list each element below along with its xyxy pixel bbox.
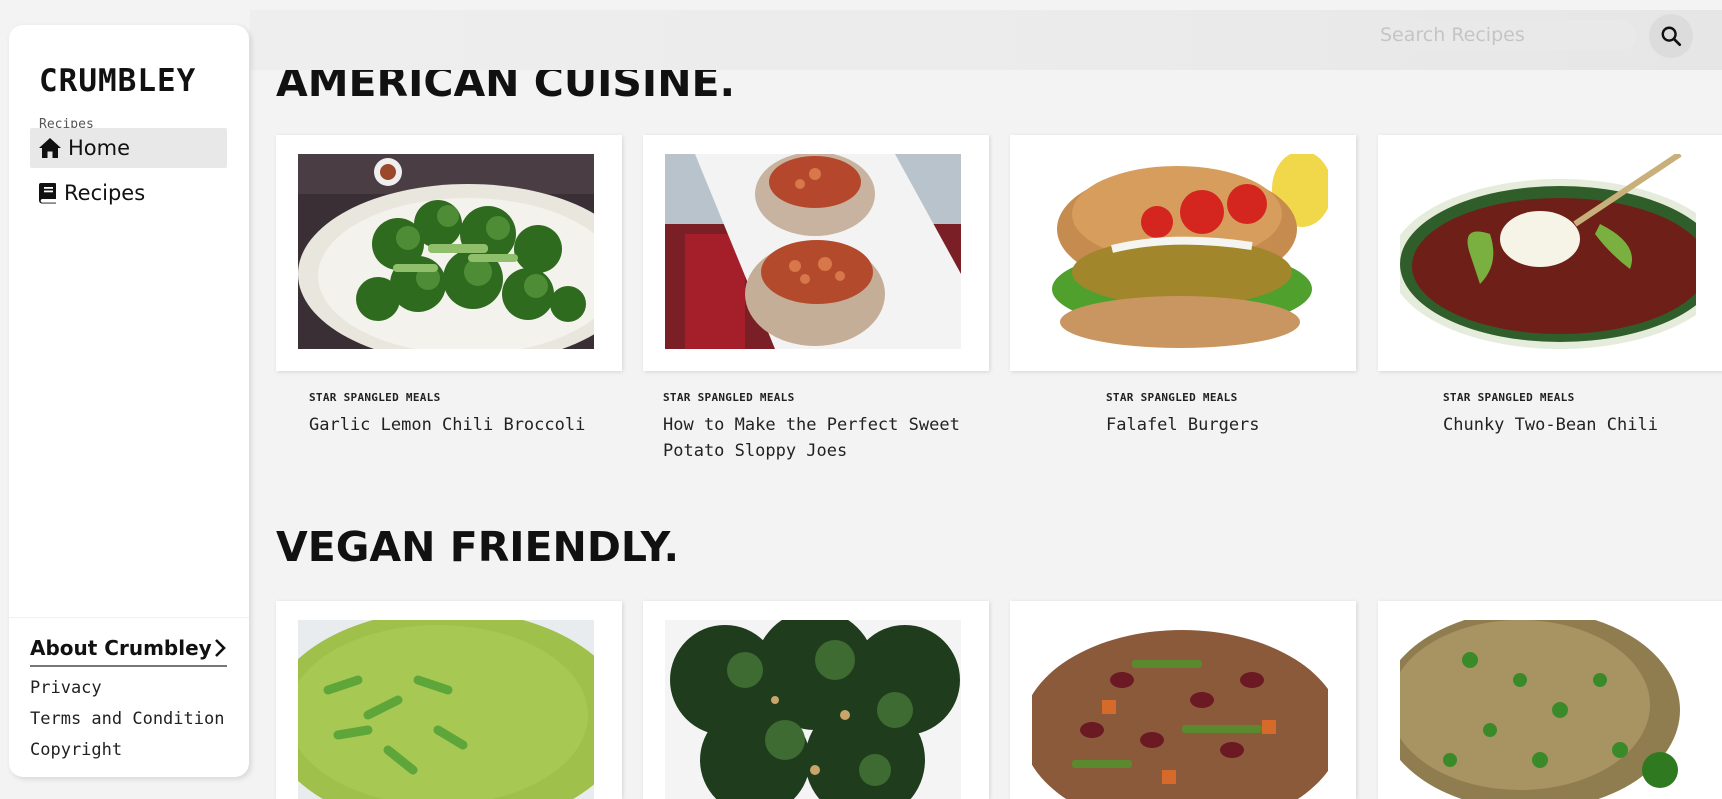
recipe-card[interactable]	[643, 135, 989, 371]
search-button[interactable]	[1649, 14, 1693, 58]
chevron-right-icon	[215, 639, 226, 657]
section-title-vegan: VEGAN FRIENDLY.	[276, 523, 680, 571]
recipe-image-sweet-potato[interactable]	[665, 154, 961, 349]
search-input[interactable]	[1378, 20, 1636, 50]
recipe-title[interactable]: Garlic Lemon Chili Broccoli	[309, 412, 609, 438]
recipe-category: STAR SPANGLED MEALS	[1106, 391, 1238, 404]
recipe-image-green-soup[interactable]	[298, 620, 594, 799]
recipe-category: STAR SPANGLED MEALS	[1443, 391, 1575, 404]
privacy-link[interactable]: Privacy	[30, 678, 102, 698]
recipe-title[interactable]: Falafel Burgers	[1106, 412, 1356, 438]
recipe-card[interactable]	[1010, 135, 1356, 371]
recipe-meta: STAR SPANGLED MEALS How to Make the Perf…	[663, 391, 983, 464]
recipe-card[interactable]	[1010, 601, 1356, 799]
recipe-meta: STAR SPANGLED MEALS Garlic Lemon Chili B…	[309, 391, 609, 438]
recipe-category: STAR SPANGLED MEALS	[663, 391, 795, 404]
recipe-category: STAR SPANGLED MEALS	[309, 391, 441, 404]
sidebar: CRUMBLEY Recipes Home Recipes About Crum…	[9, 25, 249, 777]
about-link[interactable]: About Crumbley	[30, 631, 227, 667]
recipe-title[interactable]: How to Make the Perfect Sweet Potato Slo…	[663, 412, 983, 464]
recipe-card[interactable]	[276, 601, 622, 799]
recipe-card[interactable]	[276, 135, 622, 371]
recipe-card[interactable]	[1378, 135, 1722, 371]
recipe-image-fried-rice[interactable]	[1400, 620, 1696, 799]
brand-logo[interactable]: CRUMBLEY	[39, 63, 196, 99]
recipe-image-two-bean-chili[interactable]	[1400, 154, 1696, 349]
nav-item-label: Home	[68, 136, 131, 160]
nav-item-home[interactable]: Home	[30, 128, 227, 168]
recipe-image-bean-stew[interactable]	[1032, 620, 1328, 799]
search-icon	[1661, 26, 1682, 47]
home-icon	[39, 138, 61, 158]
recipe-meta: STAR SPANGLED MEALS Falafel Burgers	[1106, 391, 1356, 438]
recipe-title[interactable]: Chunky Two-Bean Chili	[1443, 412, 1713, 438]
terms-link[interactable]: Terms and Condition	[30, 709, 224, 729]
nav-item-label: Recipes	[64, 181, 146, 205]
copyright-link[interactable]: Copyright	[30, 740, 122, 760]
book-icon	[39, 183, 56, 204]
nav-item-recipes[interactable]: Recipes	[30, 173, 227, 213]
recipe-card[interactable]	[1378, 601, 1722, 799]
recipe-card[interactable]	[643, 601, 989, 799]
recipe-image-broccoli[interactable]	[298, 154, 594, 349]
recipe-image-falafel-burger[interactable]	[1032, 154, 1328, 349]
recipe-image-kale[interactable]	[665, 620, 961, 799]
about-label: About Crumbley	[30, 636, 212, 660]
sidebar-divider	[9, 617, 249, 618]
recipe-meta: STAR SPANGLED MEALS Chunky Two-Bean Chil…	[1443, 391, 1713, 438]
